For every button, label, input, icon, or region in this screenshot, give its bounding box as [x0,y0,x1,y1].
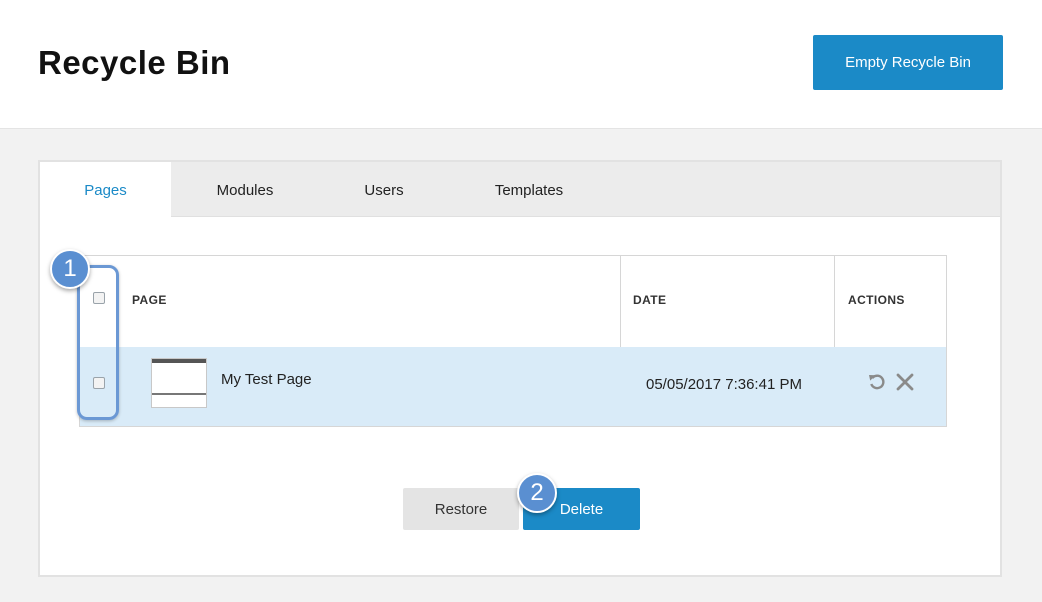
tab-users[interactable]: Users [319,162,449,217]
empty-recycle-bin-button[interactable]: Empty Recycle Bin [813,35,1003,90]
pages-table: PAGE DATE ACTIONS My Test Page 05/05/201… [79,255,947,427]
column-header-actions: ACTIONS [848,293,905,307]
table-row[interactable]: My Test Page 05/05/2017 7:36:41 PM [80,347,946,426]
recycle-bin-panel: Pages Modules Users Templates PAGE DATE … [38,160,1002,577]
restore-button[interactable]: Restore [403,488,519,530]
page-title: Recycle Bin [38,44,231,81]
column-divider [620,256,621,347]
page-thumbnail [151,358,207,408]
tab-pages[interactable]: Pages [40,162,171,217]
table-header: PAGE DATE ACTIONS [80,256,946,348]
column-header-page: PAGE [132,293,167,307]
tab-templates[interactable]: Templates [449,162,609,217]
tab-bar: Pages Modules Users Templates [40,162,1000,217]
tab-modules[interactable]: Modules [171,162,319,217]
page-header: Recycle Bin Empty Recycle Bin [0,0,1042,129]
callout-badge-2: 2 [517,473,557,513]
page-name: My Test Page [221,371,312,388]
page-date: 05/05/2017 7:36:41 PM [646,376,802,393]
close-icon[interactable] [895,371,915,393]
restore-icon[interactable] [867,371,887,393]
callout-badge-1: 1 [50,249,90,289]
column-divider [834,256,835,347]
column-header-date: DATE [633,293,667,307]
checkbox-highlight-callout [77,265,119,420]
